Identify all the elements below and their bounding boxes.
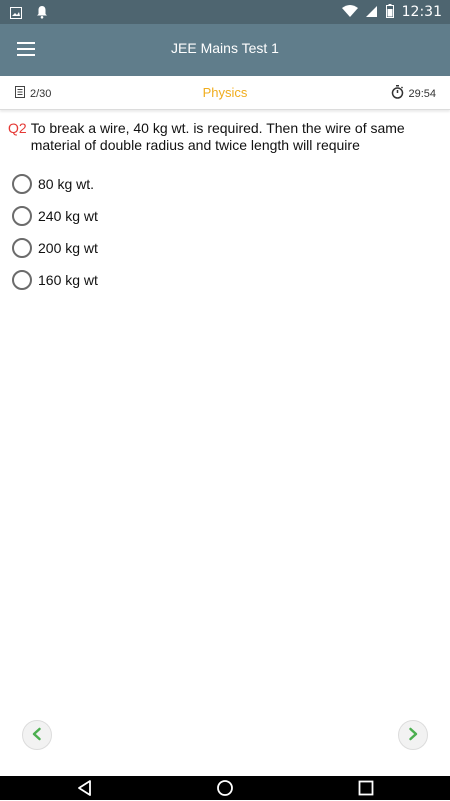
option-1[interactable]: 80 kg wt. (12, 168, 440, 200)
app-bar: JEE Mains Test 1 (0, 24, 450, 76)
option-3[interactable]: 200 kg wt (12, 232, 440, 264)
radio-button[interactable] (12, 238, 32, 258)
option-label: 160 kg wt (38, 272, 98, 288)
question-text: To break a wire, 40 kg wt. is required. … (31, 120, 440, 154)
timer-text: 29:54 (408, 88, 436, 100)
timer: 29:54 (391, 85, 436, 102)
status-bar: 12:31 (0, 0, 450, 24)
chevron-right-icon (406, 726, 420, 745)
recents-icon[interactable] (357, 779, 375, 797)
next-question-button[interactable] (398, 720, 428, 750)
chevron-left-icon (30, 726, 44, 745)
clock-time: 12:31 (402, 2, 442, 22)
previous-question-button[interactable] (22, 720, 52, 750)
option-4[interactable]: 160 kg wt (12, 264, 440, 296)
wifi-icon (342, 3, 358, 22)
answer-options: 80 kg wt. 240 kg wt 200 kg wt 160 kg wt (12, 168, 440, 296)
option-2[interactable]: 240 kg wt (12, 200, 440, 232)
option-label: 80 kg wt. (38, 176, 94, 192)
subject-label: Physics (0, 85, 450, 100)
radio-button[interactable] (12, 270, 32, 290)
notification-bell-icon (36, 4, 48, 23)
home-icon[interactable] (216, 779, 234, 797)
radio-button[interactable] (12, 206, 32, 226)
info-bar: 2/30 Physics 29:54 (0, 76, 450, 110)
radio-button[interactable] (12, 174, 32, 194)
page-title: JEE Mains Test 1 (0, 40, 450, 56)
stopwatch-icon (391, 85, 404, 102)
question-block: Q2 To break a wire, 40 kg wt. is require… (8, 120, 440, 154)
signal-icon (366, 3, 378, 22)
back-icon[interactable] (76, 779, 94, 797)
option-label: 240 kg wt (38, 208, 98, 224)
battery-icon (386, 3, 394, 22)
image-icon (10, 4, 22, 23)
system-navigation-bar (0, 776, 450, 800)
question-number: Q2 (8, 120, 27, 154)
option-label: 200 kg wt (38, 240, 98, 256)
